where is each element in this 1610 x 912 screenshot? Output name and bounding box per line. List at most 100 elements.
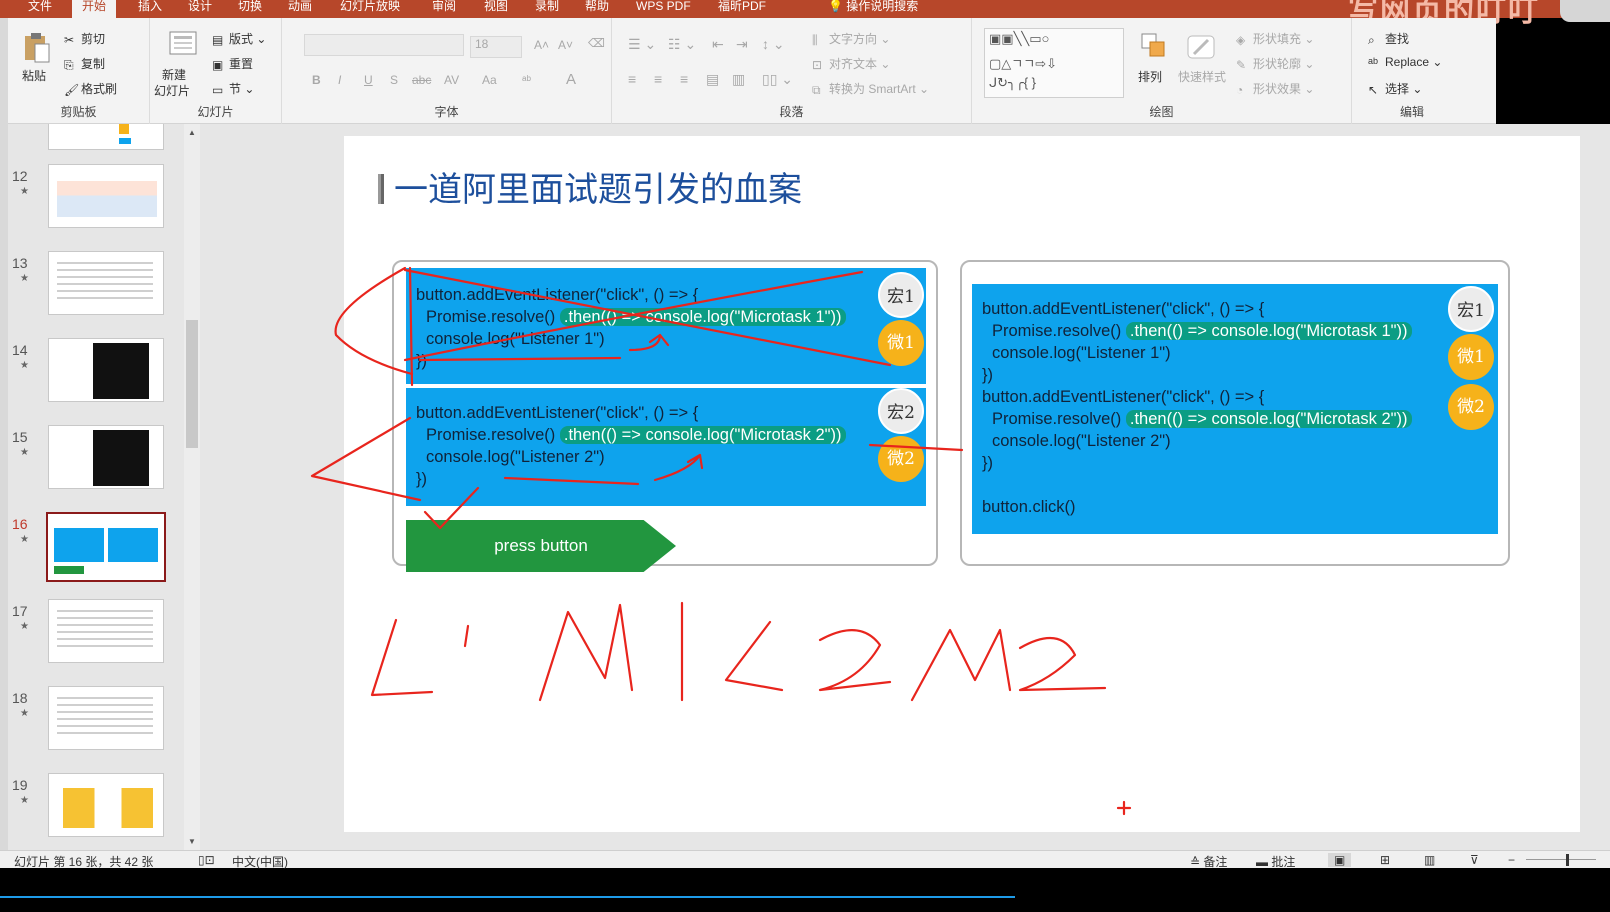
listener2-code-box[interactable]: button.addEventListener("click", () => {… (406, 388, 926, 506)
shapes-gallery[interactable]: ▣▣╲╲▭○ ▢△ㄱㄱ⇨⇩ ᒍ↻╮╭{ } (984, 28, 1124, 98)
thumbnail-partial[interactable] (48, 124, 164, 150)
accessibility-icon[interactable]: ▯⊡ (198, 853, 215, 867)
copy-button[interactable]: ⎘ 复制 (64, 55, 105, 72)
cut-button[interactable]: ✂ 剪切 (64, 30, 105, 47)
font-name-input[interactable] (304, 34, 464, 56)
slide-canvas[interactable]: 一道阿里面试题引发的血案 button.addEventListener("cl… (344, 136, 1580, 832)
slide-thumbnail[interactable] (48, 599, 164, 663)
char-spacing-button[interactable]: AV (444, 73, 459, 87)
new-slide-icon[interactable] (168, 28, 198, 58)
increase-indent-icon[interactable]: ⇥ (736, 36, 748, 53)
strikethrough-button[interactable]: abc (412, 73, 431, 87)
language-indicator[interactable]: 中文(中国) (232, 853, 288, 870)
align-right-icon[interactable]: ≡ (680, 71, 688, 87)
section-icon: ▭ (212, 82, 224, 97)
align-text-button[interactable]: ⊡ 对齐文本 ⌄ (812, 55, 890, 72)
align-left-icon[interactable]: ≡ (628, 71, 636, 87)
bold-button[interactable]: B (312, 73, 321, 87)
right-code-panel[interactable]: button.addEventListener("click", () => {… (960, 260, 1510, 566)
slide-thumbnail[interactable] (48, 251, 164, 315)
macrotask-badge: 宏1 (878, 272, 924, 318)
tab-13[interactable]: 💡 操作说明搜索 (828, 0, 918, 18)
font-group: 18 A˄ A˅ ⌫ B I U S abc AV Aa ᵃᵇ A 字体 (282, 18, 612, 124)
shape-fill-button[interactable]: ◈ 形状填充 ⌄ (1236, 30, 1314, 47)
thumbnail-scrollbar[interactable]: ▲ ▼ (184, 124, 200, 850)
smartart-button[interactable]: ⧉ 转换为 SmartArt ⌄ (812, 80, 929, 97)
columns-icon[interactable]: ▯▯ ⌄ (762, 71, 793, 88)
combined-code-box[interactable]: button.addEventListener("click", () => {… (972, 284, 1498, 534)
select-button[interactable]: ↖ 选择 ⌄ (1368, 80, 1422, 97)
tab-3[interactable]: 设计 (188, 0, 212, 18)
tab-11[interactable]: WPS PDF (636, 0, 691, 18)
tab-6[interactable]: 幻灯片放映 (340, 0, 400, 18)
tab-8[interactable]: 视图 (484, 0, 508, 18)
clear-format-icon[interactable]: ⌫ (588, 36, 605, 50)
normal-view-icon[interactable]: ▣ (1328, 853, 1352, 867)
scroll-up-icon[interactable]: ▲ (188, 128, 196, 137)
slide-sorter-icon[interactable]: ⊞ (1380, 853, 1390, 867)
reading-view-icon[interactable]: ▥ (1424, 853, 1435, 867)
listener1-code-box[interactable]: button.addEventListener("click", () => {… (406, 268, 926, 384)
tab-9[interactable]: 录制 (535, 0, 559, 18)
format-painter-button[interactable]: 🖌 格式刷 (64, 80, 117, 97)
slideshow-icon[interactable]: ⊽ (1470, 853, 1479, 867)
decrease-indent-icon[interactable]: ⇤ (712, 36, 724, 53)
slide-thumbnail[interactable] (48, 773, 164, 837)
shape-effects-button[interactable]: ◔ 形状效果 ⌄ (1236, 80, 1314, 97)
arrange-button[interactable]: 排列 (1138, 68, 1162, 85)
zoom-out-icon[interactable]: − (1508, 853, 1515, 867)
distribute-icon[interactable]: ▥ (732, 71, 745, 88)
new-slide-label-2[interactable]: 幻灯片 (154, 82, 190, 99)
layout-button[interactable]: ▤ 版式 ⌄ (212, 30, 266, 47)
left-code-panel[interactable]: button.addEventListener("click", () => {… (392, 260, 938, 572)
reset-button[interactable]: ▣ 重置 (212, 55, 253, 72)
tab-12[interactable]: 福昕PDF (718, 0, 766, 18)
cursor-icon: ↖ (1368, 82, 1379, 97)
press-button[interactable]: press button (406, 520, 676, 572)
tab-7[interactable]: 审阅 (432, 0, 456, 18)
italic-button[interactable]: I (338, 73, 341, 87)
new-slide-label-1[interactable]: 新建 (162, 66, 186, 83)
section-button[interactable]: ▭ 节 ⌄ (212, 80, 254, 97)
slide-thumbnail[interactable] (48, 425, 164, 489)
tab-5[interactable]: 动画 (288, 0, 312, 18)
underline-button[interactable]: U (364, 73, 373, 87)
grow-font-icon[interactable]: A˄ (534, 38, 549, 52)
tab-2[interactable]: 插入 (138, 0, 162, 18)
font-size-input[interactable]: 18 (470, 36, 522, 58)
numbering-icon[interactable]: ☷ ⌄ (668, 36, 696, 53)
bullets-icon[interactable]: ☰ ⌄ (628, 36, 656, 53)
notes-button[interactable]: ≙ 备注 (1190, 853, 1227, 870)
justify-icon[interactable]: ▤ (706, 71, 719, 88)
paste-icon[interactable] (22, 30, 52, 63)
find-button[interactable]: ⌕ 查找 (1368, 30, 1409, 47)
quick-styles-button[interactable]: 快速样式 (1178, 68, 1226, 85)
shape-outline-button[interactable]: ✎ 形状轮廓 ⌄ (1236, 55, 1314, 72)
arrange-icon[interactable] (1140, 32, 1170, 65)
zoom-slider-thumb[interactable] (1566, 854, 1569, 866)
window-corner-button[interactable] (1560, 0, 1610, 22)
shrink-font-icon[interactable]: A˅ (558, 38, 573, 52)
slide-thumbnail[interactable] (48, 686, 164, 750)
slide-thumbnail[interactable] (48, 338, 164, 402)
scrollbar-thumb[interactable] (186, 320, 198, 448)
comments-button[interactable]: ▬ 批注 (1256, 853, 1295, 870)
font-color-button[interactable]: A (566, 71, 576, 88)
align-center-icon[interactable]: ≡ (654, 71, 662, 87)
tab-10[interactable]: 帮助 (585, 0, 609, 18)
quick-styles-icon[interactable] (1186, 32, 1218, 65)
tab-0[interactable]: 文件 (28, 0, 52, 18)
slide-thumbnail[interactable] (48, 164, 164, 228)
scroll-down-icon[interactable]: ▼ (188, 837, 196, 846)
zoom-slider-track[interactable] (1526, 859, 1596, 860)
shadow-button[interactable]: S (390, 73, 398, 87)
line-spacing-icon[interactable]: ↕ ⌄ (762, 36, 785, 53)
text-direction-button[interactable]: ⫼ 文字方向 ⌄ (812, 30, 890, 47)
replace-button[interactable]: ab Replace ⌄ (1368, 55, 1442, 70)
tab-4[interactable]: 切换 (238, 0, 262, 18)
slide-thumbnail[interactable] (46, 512, 166, 582)
slide-title[interactable]: 一道阿里面试题引发的血案 (378, 162, 802, 211)
paste-button[interactable]: 粘贴 (22, 67, 46, 84)
change-case-button[interactable]: Aa (482, 73, 497, 87)
highlight-icon[interactable]: ᵃᵇ (522, 73, 531, 87)
